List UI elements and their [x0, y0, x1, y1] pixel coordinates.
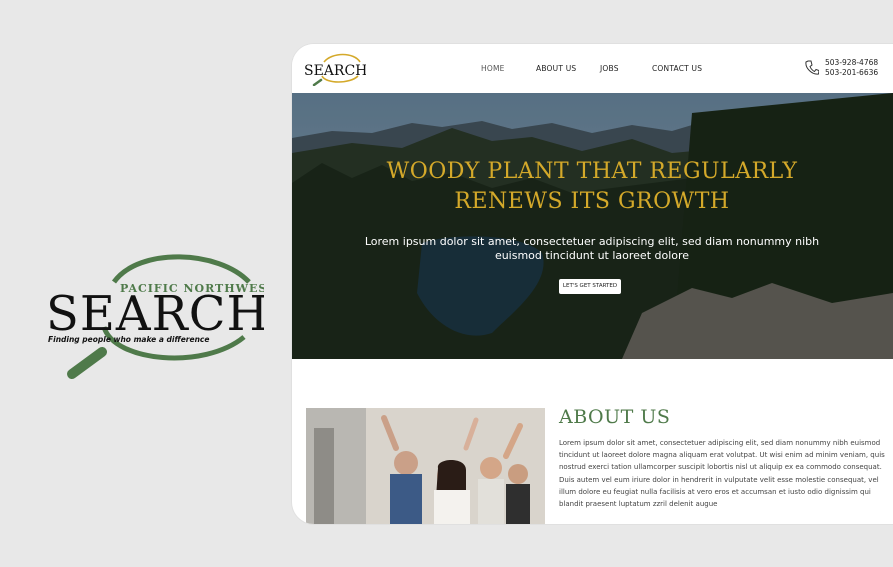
nav-home[interactable]: HOME — [481, 64, 505, 73]
hero-headline: WOODY PLANT THAT REGULARLY RENEWS ITS GR… — [352, 157, 832, 217]
about-title: ABOUT US — [559, 406, 671, 428]
hero-headline-line1: WOODY PLANT THAT REGULARLY — [386, 159, 798, 184]
phone-number-1[interactable]: 503-928-4768 — [825, 58, 878, 68]
brand-logo-small[interactable]: SEARCH — [302, 50, 367, 87]
about-body: Lorem ipsum dolor sit amet, consectetuer… — [559, 439, 885, 509]
hero-subtext: Lorem ipsum dolor sit amet, consectetuer… — [364, 235, 820, 262]
team-celebration-photo — [306, 408, 545, 524]
brand-name: SEARCH — [46, 286, 264, 342]
hero-banner: WOODY PLANT THAT REGULARLY RENEWS ITS GR… — [292, 93, 893, 359]
top-navbar: SEARCH HOME ABOUT US JOBS CONTACT US 503… — [292, 44, 893, 93]
website-mockup: SEARCH HOME ABOUT US JOBS CONTACT US 503… — [292, 44, 893, 524]
phone-numbers: 503-928-4768 503-201-6636 — [825, 58, 878, 78]
phone-number-2[interactable]: 503-201-6636 — [825, 68, 878, 78]
hero-forest-image — [292, 93, 893, 359]
brand-tagline: Finding people who make a difference — [48, 335, 209, 344]
nav-contact-us[interactable]: CONTACT US — [652, 64, 702, 73]
get-started-button[interactable]: LET'S GET STARTED — [559, 279, 621, 294]
hero-headline-line2: RENEWS ITS GROWTH — [454, 189, 730, 214]
nav-about-us[interactable]: ABOUT US — [536, 64, 576, 73]
svg-text:SEARCH: SEARCH — [304, 63, 366, 79]
brand-logo-large: PACIFIC NORTHWEST SEARCH Finding people … — [44, 252, 275, 382]
nav-jobs[interactable]: JOBS — [600, 64, 619, 73]
phone-icon — [805, 60, 820, 76]
